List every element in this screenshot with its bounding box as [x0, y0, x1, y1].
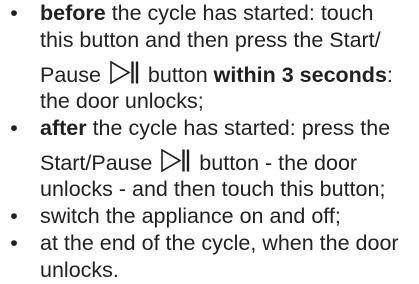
item-line: the door unlocks; — [40, 88, 413, 115]
item-line: unlocks - and then touch this button; — [40, 176, 413, 203]
bullet-icon: • — [10, 116, 18, 140]
item-text: : — [386, 63, 393, 87]
list-item: • at the end of the cycle, when the door… — [0, 230, 419, 284]
emphasis-before: before — [40, 1, 106, 25]
item-line: after the cycle has started: press the — [40, 115, 413, 142]
item-text: the cycle has started: press the — [86, 116, 391, 140]
list-item: • before the cycle has started: touch th… — [0, 0, 419, 115]
item-line: Start/Pause button - the door — [40, 142, 413, 176]
bullet-icon: • — [10, 204, 18, 228]
item-line: Pause button within 3 seconds: — [40, 54, 413, 88]
item-line: before the cycle has started: touch — [40, 0, 413, 27]
item-text: switch the appliance on and off; — [40, 204, 341, 228]
bullet-icon: • — [10, 231, 18, 255]
item-text: Pause — [40, 63, 107, 87]
item-text: button - the door — [193, 151, 358, 175]
list-item: • after the cycle has started: press the… — [0, 115, 419, 203]
emphasis-within: within 3 seconds — [213, 63, 387, 87]
instruction-list: • before the cycle has started: touch th… — [0, 0, 419, 282]
item-text: this button and then press the Start/ — [40, 28, 381, 52]
item-text: unlocks. — [40, 258, 119, 282]
start-pause-icon — [110, 61, 140, 84]
list-item: • switch the appliance on and off; — [0, 203, 419, 230]
emphasis-after: after — [40, 116, 87, 140]
item-line: this button and then press the Start/ — [40, 27, 413, 54]
item-text: unlocks - and then touch this button; — [40, 177, 386, 201]
item-text: button — [141, 63, 214, 87]
start-pause-icon — [161, 149, 191, 172]
item-line: unlocks. — [40, 257, 413, 284]
bullet-icon: • — [10, 1, 18, 25]
item-line: at the end of the cycle, when the door — [40, 230, 413, 257]
item-text: at the end of the cycle, when the door — [40, 231, 399, 255]
item-text: the door unlocks; — [40, 89, 204, 113]
item-text: Start/Pause — [40, 151, 159, 175]
item-line: switch the appliance on and off; — [40, 203, 413, 230]
item-text: the cycle has started: touch — [105, 1, 374, 25]
